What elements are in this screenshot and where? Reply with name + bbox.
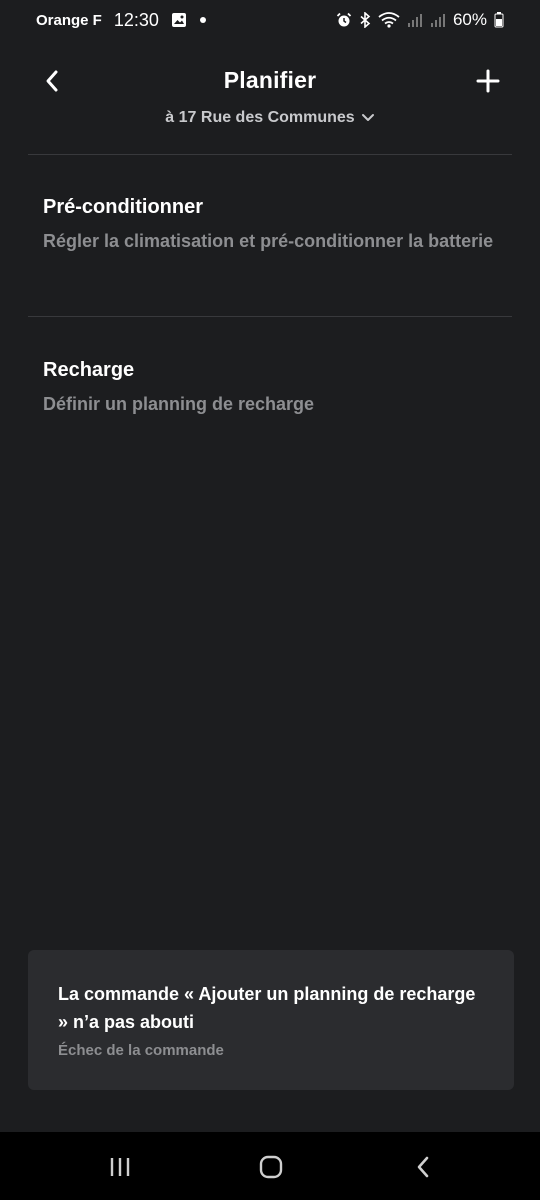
back-nav-button[interactable] — [403, 1152, 443, 1182]
list-item-preconditioning[interactable]: Pré-conditionner Régler la climatisation… — [0, 196, 540, 256]
battery-percentage: 60% — [452, 10, 487, 29]
item-description: Définir un planning de recharge — [43, 394, 315, 414]
status-time: 12:30 — [113, 9, 159, 30]
back-arrow-icon — [417, 1156, 429, 1178]
battery-icon — [494, 12, 504, 28]
divider — [28, 154, 512, 155]
error-toast: La commande « Ajouter un planning de rec… — [28, 950, 514, 1090]
item-title: Recharge — [43, 359, 135, 381]
status-right: 60% — [336, 10, 504, 30]
image-icon — [171, 12, 187, 28]
home-icon — [259, 1155, 283, 1179]
carrier-name: Orange F — [36, 11, 102, 29]
item-title: Pré-conditionner — [43, 196, 204, 218]
status-bar: Orange F 12:30 60% — [0, 0, 540, 40]
status-left: Orange F 12:30 — [36, 10, 207, 31]
wifi-icon — [378, 12, 400, 28]
home-button[interactable] — [251, 1152, 291, 1182]
location-selector[interactable]: à 17 Rue des Communes — [0, 109, 540, 127]
location-label: à 17 Rue des Communes — [165, 109, 355, 126]
system-nav-bar — [0, 1132, 540, 1200]
list-item-charging[interactable]: Recharge Définir un planning de recharge — [0, 359, 540, 419]
signal-icon — [430, 12, 446, 28]
recent-apps-icon — [110, 1158, 130, 1176]
signal-icon — [407, 12, 423, 28]
divider — [28, 316, 512, 317]
item-description: Régler la climatisation et pré-condition… — [43, 231, 494, 251]
add-schedule-button[interactable] — [472, 65, 504, 97]
page-title: Planifier — [223, 67, 317, 93]
toast-message: La commande « Ajouter un planning de rec… — [58, 984, 476, 1032]
dot-icon — [199, 16, 207, 24]
header: Planifier à 17 Rue des Communes — [0, 55, 540, 140]
toast-detail: Échec de la commande — [58, 1042, 224, 1059]
plus-icon — [476, 69, 500, 93]
alarm-icon — [336, 12, 352, 28]
bluetooth-icon — [359, 12, 371, 28]
chevron-down-icon — [361, 114, 374, 121]
recent-apps-button[interactable] — [100, 1152, 140, 1182]
